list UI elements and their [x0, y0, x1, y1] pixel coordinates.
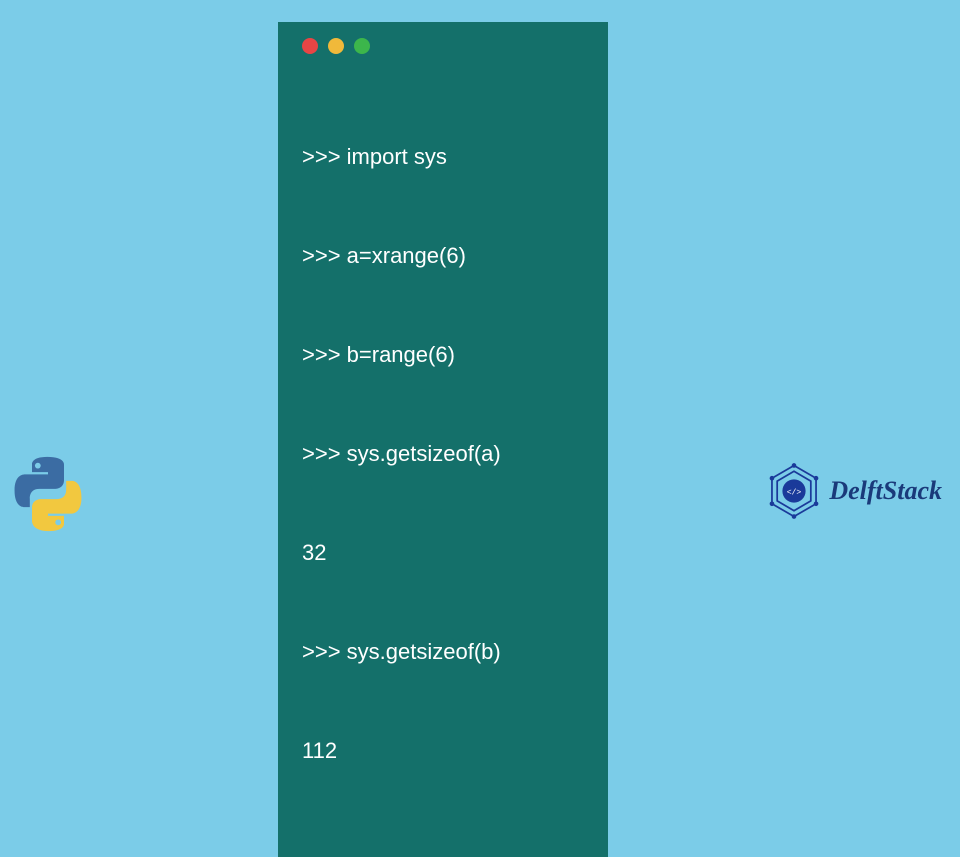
maximize-icon[interactable] — [354, 38, 370, 54]
code-line: 112 — [302, 734, 588, 767]
code-line: 32 — [302, 536, 588, 569]
code-block: >>> import sys >>> a=xrange(6) >>> b=ran… — [302, 74, 588, 833]
close-icon[interactable] — [302, 38, 318, 54]
code-line: >>> import sys — [302, 140, 588, 173]
minimize-icon[interactable] — [328, 38, 344, 54]
code-line: >>> b=range(6) — [302, 338, 588, 371]
delftstack-badge-icon: </> — [765, 462, 823, 520]
python-logo-icon — [8, 454, 88, 534]
brand: </> DelftStack — [765, 462, 942, 520]
brand-name: DelftStack — [829, 476, 942, 506]
code-line: >>> sys.getsizeof(b) — [302, 635, 588, 668]
window-controls — [302, 38, 588, 54]
terminal-window: >>> import sys >>> a=xrange(6) >>> b=ran… — [278, 22, 608, 857]
code-line: >>> a=xrange(6) — [302, 239, 588, 272]
code-line: >>> sys.getsizeof(a) — [302, 437, 588, 470]
svg-text:</>: </> — [787, 488, 802, 497]
